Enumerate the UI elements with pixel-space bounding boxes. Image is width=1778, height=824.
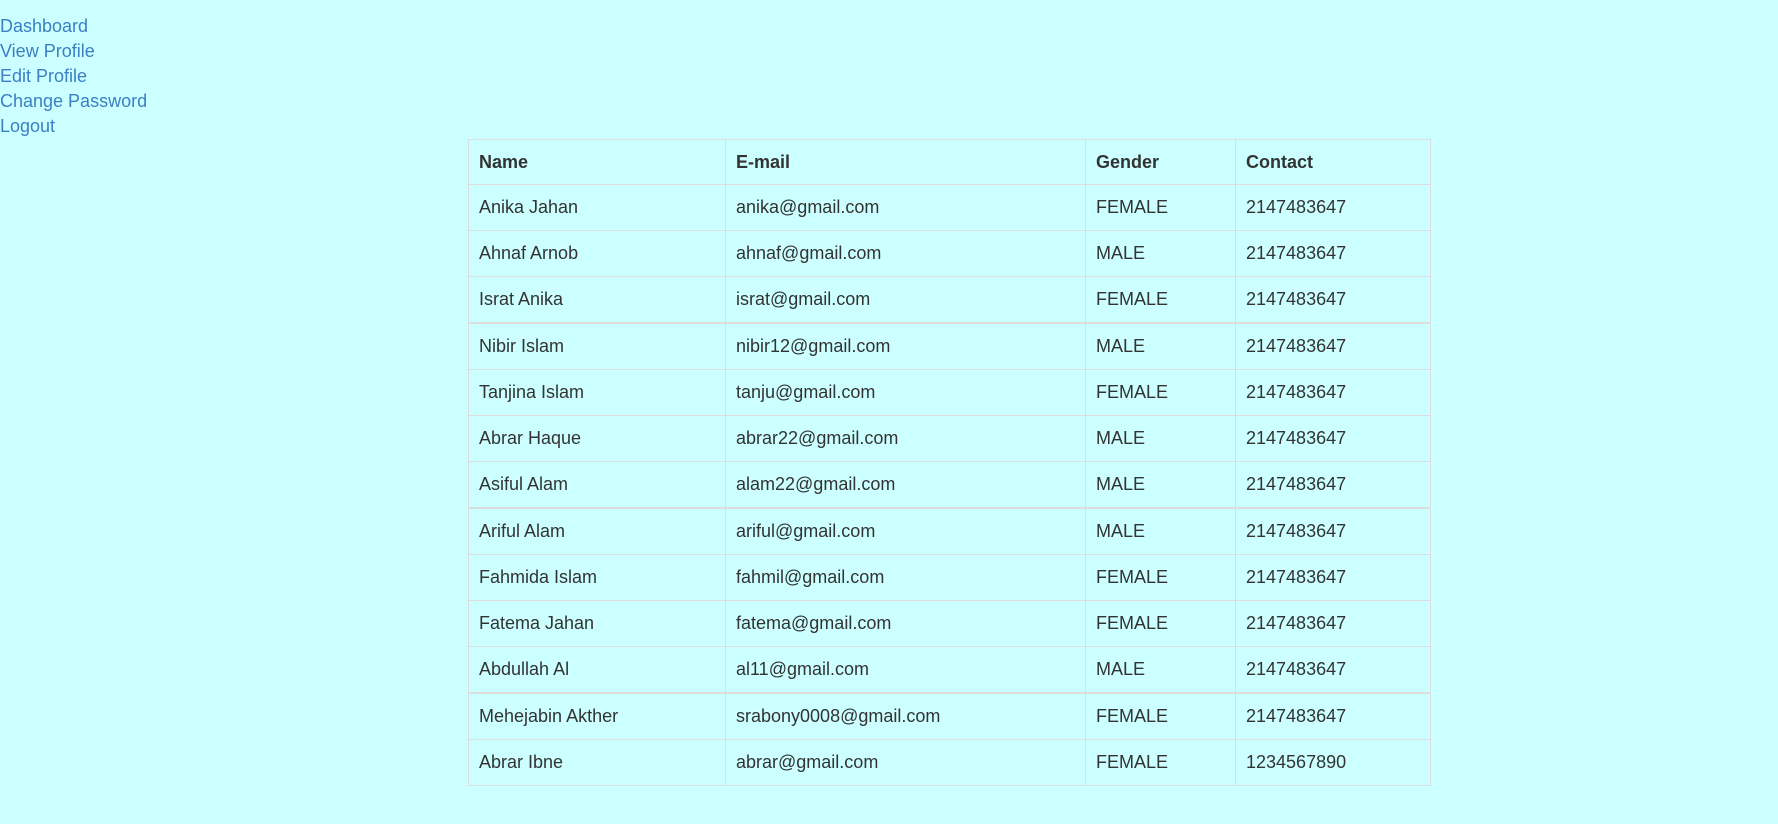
cell-contact: 2147483647 <box>1235 184 1431 231</box>
cell-name: Fatema Jahan <box>468 600 726 647</box>
nav-link-logout[interactable]: Logout <box>0 114 147 139</box>
cell-email: tanju@gmail.com <box>725 369 1086 416</box>
table-row: Tanjina Islam tanju@gmail.com FEMALE 214748… <box>468 369 1431 416</box>
cell-name: Israt Anika <box>468 276 726 324</box>
cell-gender: MALE <box>1085 507 1236 555</box>
cell-name: Abrar Haque <box>468 415 726 462</box>
cell-gender: MALE <box>1085 646 1236 694</box>
nav-link-change-password[interactable]: Change Password <box>0 89 147 114</box>
cell-contact: 2147483647 <box>1235 692 1431 740</box>
cell-email: anika@gmail.com <box>725 184 1086 231</box>
cell-name: Mehejabin Akther <box>468 692 726 740</box>
table-row: Anika Jahan anika@gmail.com FEMALE 21474836… <box>468 184 1431 231</box>
table-row: Fahmida Islam fahmil@gmail.com FEMALE 21474… <box>468 554 1431 601</box>
users-table-container: Name E-mail Gender Contact Anika Jahan an… <box>468 139 1431 786</box>
cell-gender: FEMALE <box>1085 276 1236 324</box>
cell-name: Abrar Ibne <box>468 739 726 786</box>
users-table: Name E-mail Gender Contact Anika Jahan an… <box>468 139 1431 786</box>
cell-name: Abdullah Al <box>468 646 726 694</box>
cell-contact: 2147483647 <box>1235 276 1431 324</box>
cell-email: fatema@gmail.com <box>725 600 1086 647</box>
cell-gender: MALE <box>1085 461 1236 509</box>
cell-gender: FEMALE <box>1085 554 1236 601</box>
cell-email: abrar@gmail.com <box>725 739 1086 786</box>
cell-name: Fahmida Islam <box>468 554 726 601</box>
cell-email: ahnaf@gmail.com <box>725 230 1086 277</box>
column-header-gender: Gender <box>1085 139 1236 185</box>
table-header-row: Name E-mail Gender Contact <box>468 139 1431 185</box>
cell-email: nibir12@gmail.com <box>725 322 1086 370</box>
table-row: Asiful Alam alam22@gmail.com MALE 214748364… <box>468 461 1431 509</box>
nav-link-view-profile[interactable]: View Profile <box>0 39 147 64</box>
cell-name: Anika Jahan <box>468 184 726 231</box>
cell-contact: 2147483647 <box>1235 554 1431 601</box>
cell-name: Ariful Alam <box>468 507 726 555</box>
cell-email: ariful@gmail.com <box>725 507 1086 555</box>
table-row: Israt Anika israt@gmail.com FEMALE 21474836… <box>468 276 1431 324</box>
cell-contact: 1234567890 <box>1235 739 1431 786</box>
cell-name: Ahnaf Arnob <box>468 230 726 277</box>
cell-contact: 2147483647 <box>1235 230 1431 277</box>
cell-name: Tanjina Islam <box>468 369 726 416</box>
cell-email: israt@gmail.com <box>725 276 1086 324</box>
cell-gender: FEMALE <box>1085 692 1236 740</box>
column-header-email: E-mail <box>725 139 1086 185</box>
table-row: Abrar Ibne abrar@gmail.com FEMALE 123456789… <box>468 739 1431 786</box>
cell-gender: MALE <box>1085 322 1236 370</box>
table-body: Anika Jahan anika@gmail.com FEMALE 21474836… <box>468 184 1431 786</box>
cell-contact: 2147483647 <box>1235 461 1431 509</box>
cell-name: Asiful Alam <box>468 461 726 509</box>
table-row: Abdullah Al al11@gmail.com MALE 2147483647 <box>468 646 1431 694</box>
cell-email: al11@gmail.com <box>725 646 1086 694</box>
column-header-name: Name <box>468 139 726 185</box>
cell-email: srabony0008@gmail.com <box>725 692 1086 740</box>
cell-contact: 2147483647 <box>1235 415 1431 462</box>
cell-email: fahmil@gmail.com <box>725 554 1086 601</box>
cell-contact: 2147483647 <box>1235 322 1431 370</box>
cell-gender: FEMALE <box>1085 600 1236 647</box>
cell-gender: FEMALE <box>1085 739 1236 786</box>
table-row: Ariful Alam ariful@gmail.com MALE 214748364… <box>468 507 1431 555</box>
cell-gender: MALE <box>1085 230 1236 277</box>
cell-email: abrar22@gmail.com <box>725 415 1086 462</box>
table-row: Mehejabin Akther srabony0008@gmail.com FEM… <box>468 692 1431 740</box>
cell-gender: FEMALE <box>1085 184 1236 231</box>
table-row: Fatema Jahan fatema@gmail.com FEMALE 214748… <box>468 600 1431 647</box>
table-row: Ahnaf Arnob ahnaf@gmail.com MALE 2147483647 <box>468 230 1431 277</box>
cell-name: Nibir Islam <box>468 322 726 370</box>
cell-email: alam22@gmail.com <box>725 461 1086 509</box>
cell-contact: 2147483647 <box>1235 507 1431 555</box>
cell-contact: 2147483647 <box>1235 369 1431 416</box>
table-row: Nibir Islam nibir12@gmail.com MALE 21474836… <box>468 322 1431 370</box>
sidebar-nav: Dashboard View Profile Edit Profile Chan… <box>0 14 147 139</box>
column-header-contact: Contact <box>1235 139 1431 185</box>
table-row: Abrar Haque abrar22@gmail.com MALE 21474836… <box>468 415 1431 462</box>
nav-link-edit-profile[interactable]: Edit Profile <box>0 64 147 89</box>
cell-gender: MALE <box>1085 415 1236 462</box>
cell-contact: 2147483647 <box>1235 646 1431 694</box>
cell-contact: 2147483647 <box>1235 600 1431 647</box>
nav-link-dashboard[interactable]: Dashboard <box>0 14 147 39</box>
cell-gender: FEMALE <box>1085 369 1236 416</box>
